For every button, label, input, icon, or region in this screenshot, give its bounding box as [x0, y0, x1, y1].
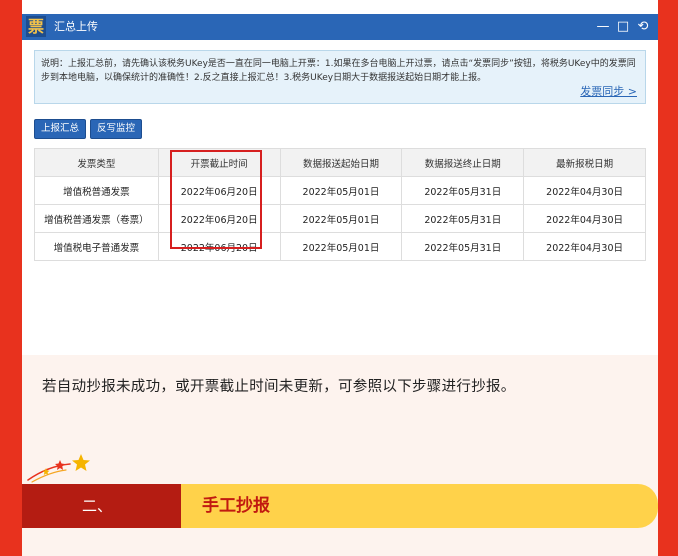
table-row[interactable]: 增值税普通发票（卷票） 2022年06月20日 2022年05月01日 2022…	[34, 204, 646, 233]
back-icon[interactable]: ⟲	[634, 17, 652, 37]
invoice-type-cell: 增值税普通发票	[34, 176, 159, 205]
maximize-icon[interactable]: □	[614, 17, 632, 37]
latest-tax-date-cell: 2022年04月30日	[523, 176, 646, 205]
column-header: 数据报送起始日期	[279, 148, 403, 177]
latest-tax-date-cell: 2022年04月30日	[523, 232, 646, 261]
invoice-table: 发票类型 开票截止时间 数据报送起始日期 数据报送终止日期 最新报税日期 增值税…	[34, 148, 646, 261]
app-window-screenshot: 票 汇总上传 — □ ⟲ 说明：上报汇总前，请先确认该税务UKey是否一直在同一…	[22, 0, 658, 355]
start-date-cell: 2022年05月01日	[279, 176, 403, 205]
section-number-box: 二、	[22, 484, 181, 528]
table-row[interactable]: 增值税电子普通发票 2022年06月20日 2022年05月01日 2022年0…	[34, 232, 646, 261]
decorative-stars-icon	[27, 454, 90, 483]
start-date-cell: 2022年05月01日	[279, 204, 403, 233]
latest-tax-date-cell: 2022年04月30日	[523, 204, 646, 233]
column-header: 数据报送终止日期	[401, 148, 525, 177]
window-title: 汇总上传	[54, 20, 98, 33]
instruction-paragraph: 若自动抄报未成功，或开票截止时间未更新，可参照以下步骤进行抄报。	[42, 379, 516, 395]
end-date-cell: 2022年05月31日	[401, 232, 525, 261]
section-title: 手工抄报	[202, 496, 270, 516]
report-summary-button[interactable]: 上报汇总	[34, 119, 87, 139]
column-header: 发票类型	[34, 148, 159, 177]
end-date-cell: 2022年05月31日	[401, 176, 525, 205]
invoice-type-cell: 增值税普通发票（卷票）	[34, 204, 159, 233]
section-header-bar: 二、 手工抄报	[22, 484, 658, 528]
section-number: 二、	[82, 497, 113, 515]
invoice-app-icon: 票	[26, 16, 46, 37]
minimize-icon[interactable]: —	[594, 17, 612, 37]
notice-box: 说明：上报汇总前，请先确认该税务UKey是否一直在同一电脑上开票：1.如果在多台…	[34, 50, 646, 104]
cutoff-highlight-box	[170, 150, 262, 249]
article-panel: 票 汇总上传 — □ ⟲ 说明：上报汇总前，请先确认该税务UKey是否一直在同一…	[22, 0, 658, 556]
right-red-border	[658, 0, 678, 556]
table-row[interactable]: 增值税普通发票 2022年06月20日 2022年05月01日 2022年05月…	[34, 176, 646, 205]
end-date-cell: 2022年05月31日	[401, 204, 525, 233]
notice-text: 说明：上报汇总前，请先确认该税务UKey是否一直在同一电脑上开票：1.如果在多台…	[41, 59, 636, 83]
write-back-monitor-button[interactable]: 反写监控	[90, 119, 143, 139]
window-titlebar: 票 汇总上传 — □ ⟲	[22, 14, 658, 40]
left-red-border	[0, 0, 22, 556]
column-header: 最新报税日期	[523, 148, 646, 177]
table-header-row: 发票类型 开票截止时间 数据报送起始日期 数据报送终止日期 最新报税日期	[34, 148, 646, 177]
invoice-type-cell: 增值税电子普通发票	[34, 232, 159, 261]
start-date-cell: 2022年05月01日	[279, 232, 403, 261]
invoice-sync-link[interactable]: 发票同步 >	[580, 83, 637, 99]
